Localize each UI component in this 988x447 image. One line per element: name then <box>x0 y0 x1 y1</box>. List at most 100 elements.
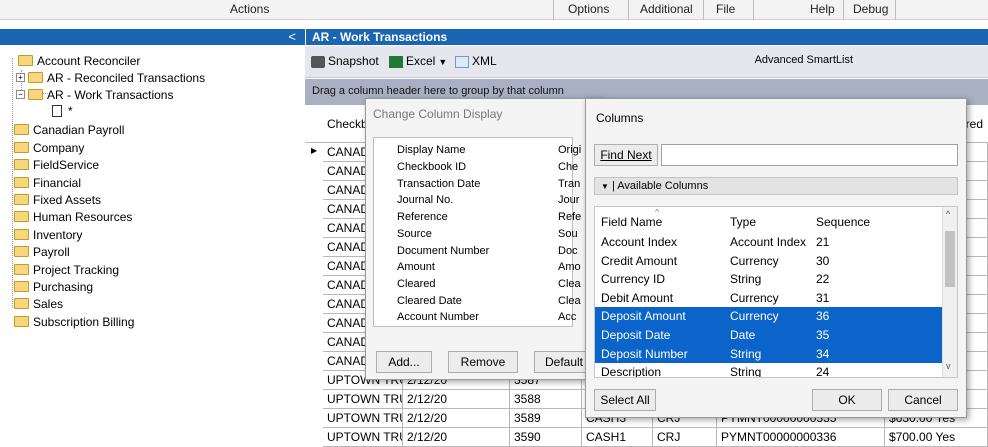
display-name-cell: Checkbook ID <box>397 161 467 173</box>
available-column-row[interactable]: Deposit Date Date 35 <box>595 326 944 345</box>
tree-item-fixed-assets[interactable]: Fixed Assets <box>14 191 101 209</box>
add-button[interactable]: Add... <box>376 351 432 373</box>
tree-item-sales[interactable]: Sales <box>14 295 63 313</box>
list-item[interactable]: Checkbook ID Che <box>374 159 578 176</box>
grid-cell[interactable]: UPTOWN TRUST <box>323 390 403 409</box>
tree-item-financial[interactable]: Financial <box>14 174 81 192</box>
collapse-chevron-icon[interactable]: < <box>288 29 296 44</box>
tree-item-label: Fixed Assets <box>33 193 102 207</box>
remove-button[interactable]: Remove <box>448 351 518 373</box>
available-column-row[interactable]: Description String 24 <box>595 363 944 377</box>
folder-icon <box>14 142 29 154</box>
select-all-button[interactable]: Select All <box>594 389 656 411</box>
list-item[interactable]: Journal No. Jour <box>374 192 579 209</box>
tree-item-label: * <box>68 104 73 118</box>
menu-additional[interactable]: Additional <box>640 2 693 16</box>
list-item[interactable]: Account Number Acc <box>374 309 577 326</box>
folder-icon <box>14 316 29 328</box>
available-column-row[interactable]: Deposit Amount Currency 36 <box>595 307 944 326</box>
original-name-cell: Clea <box>558 277 581 290</box>
navigation-tree: Account Reconciler + AR - Reconciled Tran… <box>0 48 305 438</box>
menu-strip: Actions Options Additional File Help Deb… <box>0 0 988 20</box>
cancel-button[interactable]: Cancel <box>888 389 958 411</box>
available-columns-section[interactable]: ▼ | Available Columns <box>594 177 958 195</box>
grid-cell[interactable]: 3588 <box>510 390 582 409</box>
sequence-cell: 22 <box>816 272 830 287</box>
folder-icon <box>14 211 29 223</box>
grid-cell[interactable]: UPTOWN TRUST <box>323 409 403 428</box>
type-cell: Currency <box>730 309 779 324</box>
menu-file[interactable]: File <box>716 2 735 16</box>
list-item[interactable]: Cleared Clea <box>374 276 581 293</box>
scroll-down-icon[interactable]: v <box>946 361 951 371</box>
display-name-cell: Cleared Date <box>397 294 462 307</box>
tree-item-canadian-payroll[interactable]: Canadian Payroll <box>14 121 124 139</box>
column-display-list[interactable]: Display Name Origi Checkbook ID Che Transa… <box>373 137 581 327</box>
menu-debug[interactable]: Debug <box>853 2 888 16</box>
excel-label: Excel <box>406 54 436 68</box>
list-item[interactable]: Reference Refe <box>374 209 581 226</box>
camera-icon <box>311 55 325 68</box>
dialog-title: Change Column Display <box>373 107 503 121</box>
sequence-cell: 35 <box>816 328 830 342</box>
folder-icon <box>18 55 33 67</box>
excel-button[interactable]: Excel ▼ <box>389 54 447 68</box>
tree-item-project-tracking[interactable]: Project Tracking <box>14 261 119 279</box>
type-cell: String <box>730 346 762 361</box>
display-name-cell: Transaction Date <box>397 177 481 190</box>
tree-item-label: Purchasing <box>33 280 94 294</box>
ok-button[interactable]: OK <box>812 389 882 411</box>
scroll-up-icon[interactable]: ^ <box>946 209 950 219</box>
collapse-minus-icon[interactable]: − <box>16 90 25 100</box>
grid-cell[interactable]: 2/12/20 <box>403 390 510 409</box>
list-item[interactable]: Transaction Date Tran <box>374 176 580 193</box>
folder-icon <box>28 89 43 101</box>
original-name-cell: Acc <box>558 311 577 324</box>
tree-item-ar-reconciled-transactions[interactable]: + AR - Reconciled Transactions <box>16 69 205 87</box>
columns-scrollbar[interactable]: ^ v <box>942 207 957 377</box>
tree-item-payroll[interactable]: Payroll <box>14 243 70 261</box>
menu-actions[interactable]: Actions <box>230 2 269 16</box>
snapshot-button[interactable]: Snapshot <box>311 54 379 68</box>
list-item[interactable]: Source Sou <box>374 226 578 243</box>
tree-item-label: Account Reconciler <box>37 54 141 68</box>
field-name-cell: Deposit Number <box>601 346 688 361</box>
available-columns-list[interactable]: Field Name ^ Type Sequence Account Index… <box>594 206 958 378</box>
find-next-button[interactable]: Find Next <box>594 144 658 166</box>
tree-item-default-view[interactable]: * <box>52 102 73 120</box>
available-column-row[interactable]: Account Index Account Index 21 <box>595 233 944 252</box>
grid-cell[interactable]: 2/12/20 <box>403 409 510 428</box>
type-cell: Date <box>730 328 756 342</box>
tree-item-company[interactable]: Company <box>14 139 84 157</box>
grid-cell[interactable]: 3589 <box>510 409 582 428</box>
folder-icon <box>14 194 29 206</box>
tree-item-inventory[interactable]: Inventory <box>14 226 82 244</box>
display-name-cell: Journal No. <box>397 194 454 207</box>
tree-item-ar-work-transactions[interactable]: − AR - Work Transactions <box>16 86 173 104</box>
list-item[interactable]: Document Number Doc <box>374 243 578 260</box>
available-column-row[interactable]: Deposit Number String 34 <box>595 344 944 364</box>
row-indicator-header <box>305 105 323 143</box>
xml-button[interactable]: XML <box>455 54 497 68</box>
snapshot-label: Snapshot <box>328 54 379 68</box>
type-cell: Account Index <box>730 235 807 249</box>
expand-plus-icon[interactable]: + <box>16 73 25 83</box>
list-item[interactable]: Amount Amo <box>374 259 581 276</box>
available-column-row[interactable]: Currency ID String 22 <box>595 270 944 289</box>
tree-item-purchasing[interactable]: Purchasing <box>14 278 93 296</box>
menu-options[interactable]: Options <box>568 2 609 16</box>
menu-separator <box>553 0 554 20</box>
tree-item-subscription-billing[interactable]: Subscription Billing <box>14 313 134 331</box>
original-name-cell: Doc <box>558 244 578 257</box>
available-column-row[interactable]: Credit Amount Currency 30 <box>595 252 944 271</box>
available-column-row[interactable]: Debit Amount Currency 31 <box>595 289 944 308</box>
list-item[interactable]: Cleared Date Clea <box>374 293 581 310</box>
scrollbar-thumb[interactable] <box>945 231 955 287</box>
find-input[interactable] <box>661 144 958 166</box>
menu-help[interactable]: Help <box>810 2 835 16</box>
field-name-cell: Account Index <box>601 235 678 249</box>
tree-item-account-reconciler[interactable]: Account Reconciler <box>18 52 140 70</box>
tree-item-human-resources[interactable]: Human Resources <box>14 208 132 226</box>
tree-item-fieldservice[interactable]: FieldService <box>14 156 99 174</box>
original-name-cell: Clea <box>558 294 581 307</box>
